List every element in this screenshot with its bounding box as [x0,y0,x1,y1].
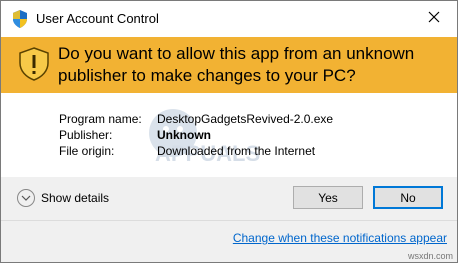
file-origin-label: File origin: [59,144,115,158]
close-icon [428,10,440,28]
footer-divider [1,220,457,221]
chevron-down-icon [17,189,35,207]
uac-shield-icon [12,10,28,28]
no-button[interactable]: No [373,186,443,209]
app-info: APPUALS Program name: DesktopGadgetsReviv… [1,93,457,177]
publisher-label: Publisher: [59,128,113,142]
close-button[interactable] [411,1,457,37]
program-name-row: Program name: DesktopGadgetsRevived-2.0.e… [59,112,333,126]
show-details-toggle[interactable]: Show details [17,189,109,207]
program-name-value: DesktopGadgetsRevived-2.0.exe [157,112,334,126]
publisher-row: Publisher: Unknown [59,128,211,142]
file-origin-value: Downloaded from the Internet [157,144,316,158]
window-title: User Account Control [36,11,159,26]
site-watermark: wsxdn.com [407,251,453,261]
publisher-value: Unknown [157,128,211,142]
show-details-label: Show details [41,191,110,205]
program-name-label: Program name: [59,112,142,126]
banner-message: Do you want to allow this app from an un… [58,44,415,85]
title-bar: User Account Control [1,1,457,37]
uac-dialog: User Account Control Do you want to allo… [0,0,458,263]
file-origin-row: File origin: Downloaded from the Internet [59,144,315,158]
yes-button[interactable]: Yes [293,186,363,209]
warning-banner: Do you want to allow this app from an un… [1,37,457,93]
warning-shield-icon [17,47,51,81]
dialog-footer: Show details Yes No Change when these no… [1,177,457,262]
change-notifications-link[interactable]: Change when these notifications appear [233,231,447,245]
